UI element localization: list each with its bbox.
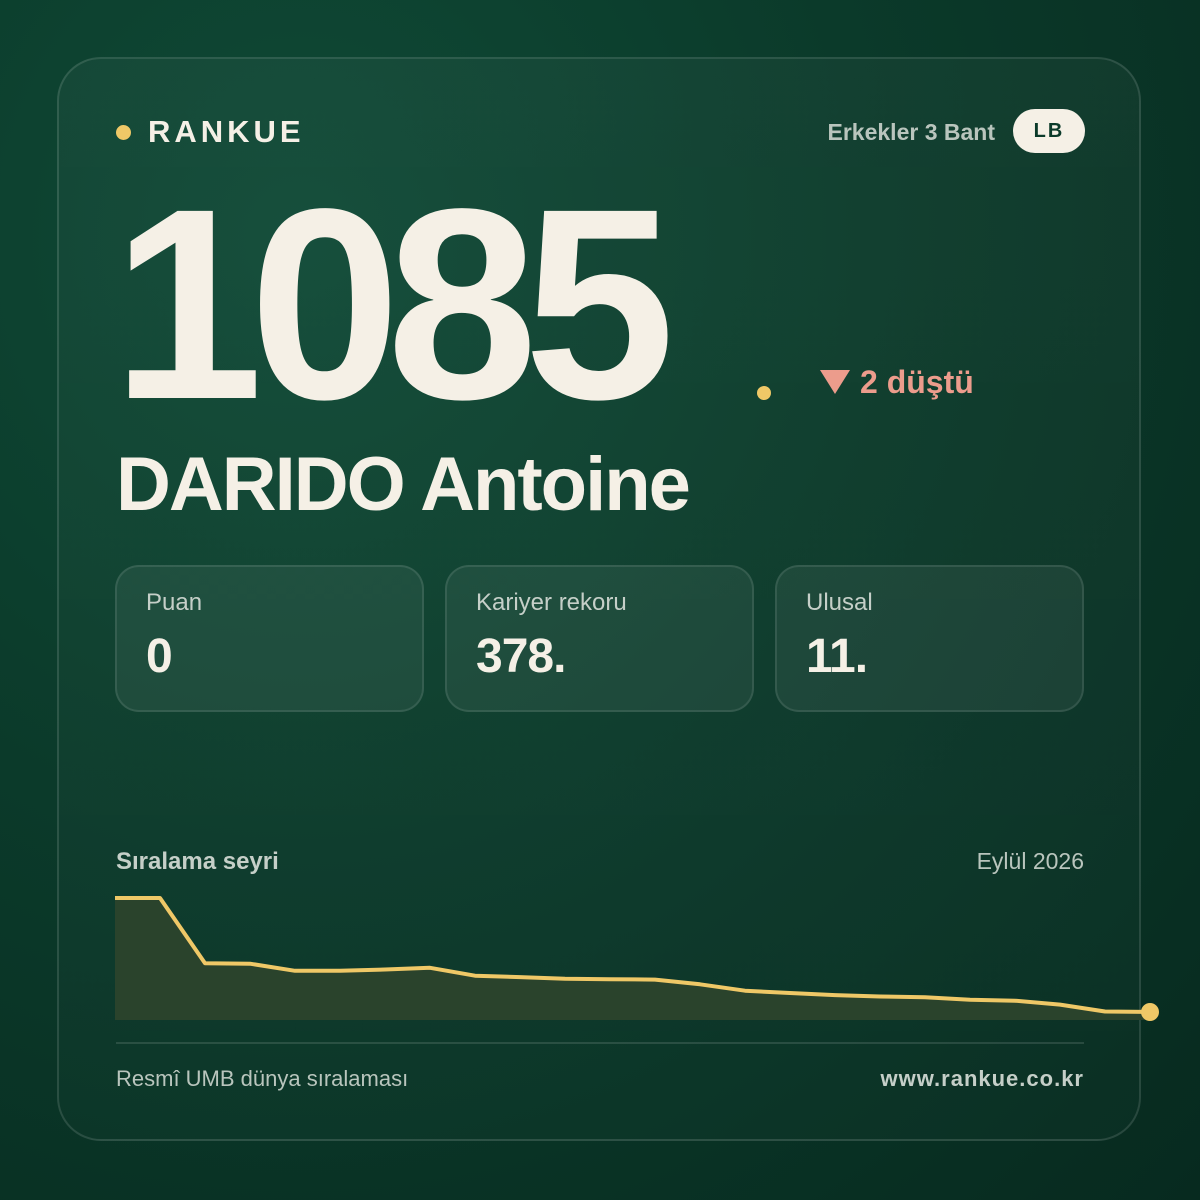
brand-name: RANKUE — [148, 114, 305, 149]
stat-card-career-best: Kariyer rekoru 378. — [445, 565, 754, 712]
stat-value: 11. — [806, 630, 868, 683]
trend-title: Sıralama seyri — [116, 848, 279, 875]
stat-value: 378. — [476, 630, 566, 683]
footer-source: Resmî UMB dünya sıralaması — [116, 1066, 409, 1091]
stat-value: 0 — [146, 630, 173, 683]
rank-dot — [757, 386, 771, 400]
brand: RANKUE — [116, 112, 305, 152]
stat-label: Puan — [146, 589, 203, 616]
stat-label: Ulusal — [806, 589, 873, 616]
world-rank: 1085 — [112, 152, 675, 456]
stat-label: Kariyer rekoru — [476, 589, 627, 616]
stat-card-points: Puan 0 — [115, 565, 424, 712]
country-badge: LB — [1013, 109, 1085, 153]
trend-current-point — [1141, 1003, 1159, 1021]
trend-date: Eylül 2026 — [976, 848, 1084, 874]
footer-url: www.rankue.co.kr — [880, 1066, 1084, 1091]
category-label: Erkekler 3 Bant — [827, 119, 995, 145]
player-name: DARIDO Antoine — [116, 442, 691, 527]
rank-change-label: 2 düştü — [860, 363, 974, 400]
rank-change: 2 düştü — [820, 362, 974, 402]
rank-trend-chart — [115, 896, 1159, 1021]
down-triangle-icon — [820, 370, 850, 394]
brand-dot — [116, 124, 131, 140]
stat-card-national: Ulusal 11. — [775, 565, 1084, 712]
footer-divider — [116, 1042, 1084, 1044]
